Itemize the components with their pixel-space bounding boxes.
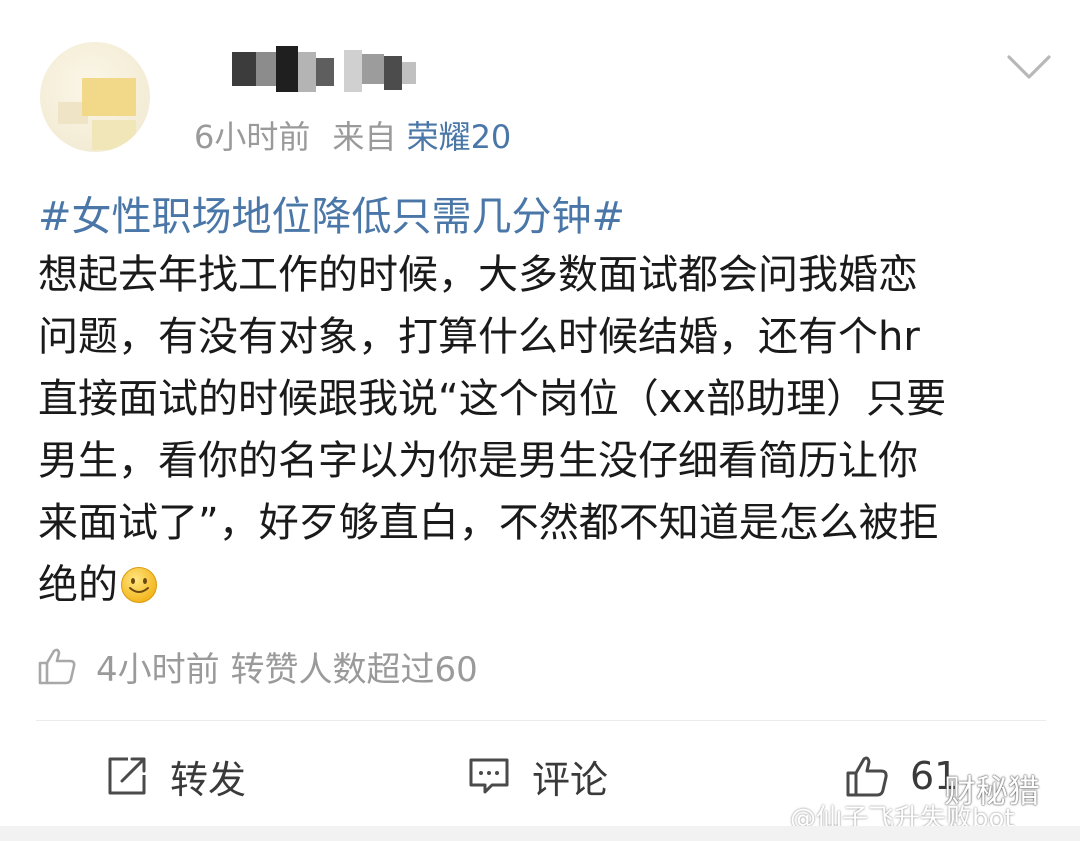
- post-text-line: 绝的: [38, 562, 118, 608]
- source-device-link[interactable]: 荣耀20: [407, 118, 512, 156]
- post-text-line: 问题，有没有对象，打算什么时候结婚，还有个hr: [38, 314, 920, 360]
- thumbs-up-icon: [846, 756, 888, 797]
- like-summary-text: 4小时前 转赞人数超过60: [96, 649, 478, 690]
- repost-icon: [108, 757, 146, 795]
- username-pixelated[interactable]: [232, 46, 422, 96]
- avatar-blur-patch: [92, 120, 136, 150]
- comment-label: 评论: [532, 757, 609, 802]
- post-text-line: 想起去年找工作的时候，大多数面试都会问我婚恋: [38, 252, 918, 298]
- repost-label: 转发: [170, 757, 247, 802]
- weibo-post-card: 6小时前 来自 荣耀20 #女性职场地位降低只需几分钟# 想起去年找工作的时候，大…: [0, 0, 1080, 841]
- thumbs-up-icon: [38, 648, 76, 685]
- post-time: 6小时前: [194, 118, 311, 156]
- bottom-strip: [0, 826, 1080, 841]
- post-text-line-last: 绝的: [38, 554, 1048, 616]
- post-text: 想起去年找工作的时候，大多数面试都会问我婚恋 问题，有没有对象，打算什么时候结婚…: [38, 244, 1048, 616]
- like-button[interactable]: 61: [844, 750, 958, 802]
- comment-button[interactable]: 评论: [466, 750, 608, 802]
- repost-button[interactable]: 转发: [104, 750, 246, 802]
- chevron-down-icon[interactable]: [1006, 52, 1052, 82]
- like-summary: 4小时前 转赞人数超过60: [36, 642, 478, 690]
- comment-icon: [469, 758, 509, 794]
- post-meta: 6小时前 来自 荣耀20: [194, 112, 511, 158]
- source-prefix: 来自: [332, 118, 397, 156]
- post-text-line: 来面试了”，好歹够直白，不然都不知道是怎么被拒: [38, 500, 939, 546]
- smile-emoji-icon: [121, 567, 157, 603]
- post-text-line: 直接面试的时候跟我说“这个岗位（xx部助理）只要: [38, 376, 947, 422]
- topic-hashtag-link[interactable]: #女性职场地位降低只需几分钟#: [38, 184, 625, 242]
- avatar[interactable]: [40, 42, 150, 152]
- avatar-blur-patch: [82, 78, 136, 116]
- post-text-line: 男生，看你的名字以为你是男生没仔细看简历让你: [38, 438, 918, 484]
- divider: [36, 720, 1046, 721]
